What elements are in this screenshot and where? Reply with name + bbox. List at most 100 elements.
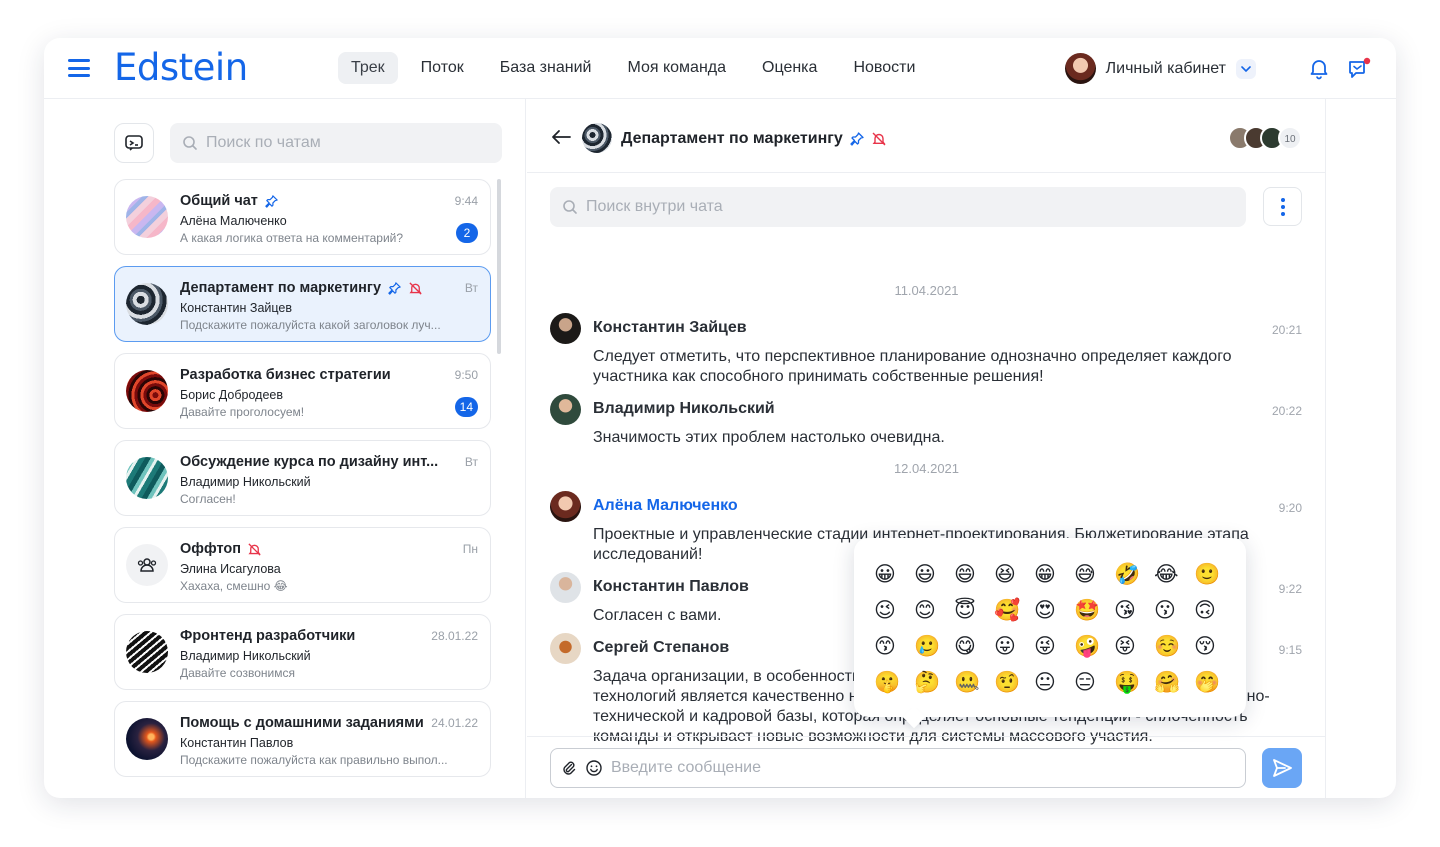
attach-icon[interactable] — [561, 760, 577, 776]
emoji-option[interactable]: 🤣 — [1114, 556, 1154, 592]
chat-avatar — [126, 718, 168, 760]
emoji-option[interactable]: 😜 — [1034, 628, 1074, 664]
members-stack[interactable]: 10 — [1228, 126, 1302, 150]
chat-title: Общий чат — [180, 193, 279, 209]
last-message-preview: А какая логика ответа на комментарий? — [180, 231, 404, 245]
emoji-option[interactable]: 😐 — [1034, 664, 1074, 700]
more-options-button[interactable] — [1263, 187, 1302, 226]
nav-item[interactable]: Новости — [840, 52, 928, 84]
nav-item[interactable]: Поток — [408, 52, 477, 84]
emoji-option[interactable]: 😙 — [874, 628, 914, 664]
sender-name[interactable]: Владимир Никольский — [593, 400, 775, 418]
chat-title-text: Департамент по маркетингу — [621, 130, 843, 147]
message-text: Следует отметить, что перспективное план… — [593, 348, 1232, 385]
emoji-option[interactable]: 😄 — [954, 556, 994, 592]
chat-notification-icon[interactable] — [1346, 56, 1372, 82]
nav-item[interactable]: Моя команда — [614, 52, 739, 84]
emoji-option[interactable]: 🤗 — [1154, 664, 1194, 700]
chat-list-item[interactable]: Общий чат 9:44 Алёна Малюченко А какая логи… — [114, 179, 491, 255]
profile-label[interactable]: Личный кабинет — [1106, 60, 1226, 78]
emoji-option[interactable]: 😂 — [1154, 556, 1194, 592]
emoji-option[interactable]: 😗 — [1154, 592, 1194, 628]
members-count: 10 — [1278, 126, 1302, 150]
chat-avatar — [126, 544, 168, 586]
chat-search-input[interactable] — [206, 134, 486, 152]
sender-name[interactable]: Сергей Степанов — [593, 639, 729, 657]
emoji-option[interactable]: 😑 — [1074, 664, 1114, 700]
chat-list-item[interactable]: Фронтенд разработчики 28.01.22 Владимир Ни… — [114, 614, 491, 690]
emoji-option[interactable]: 🙂 — [1194, 556, 1234, 592]
emoji-option[interactable]: 🤑 — [1114, 664, 1154, 700]
sidebar-scrollbar[interactable] — [497, 179, 501, 354]
chat-search[interactable] — [170, 123, 502, 163]
emoji-option[interactable]: 😚 — [1194, 628, 1234, 664]
date-separator: 12.04.2021 — [893, 461, 960, 476]
emoji-option[interactable]: 😃 — [914, 556, 954, 592]
chat-list-item[interactable]: Помощь с домашними заданиями 24.01.22 Конс… — [114, 701, 491, 777]
user-avatar[interactable] — [1064, 53, 1096, 84]
chat-title-text: Разработка бизнес стратегии — [180, 367, 391, 383]
chat-avatar — [126, 631, 168, 673]
emoji-option[interactable]: 😘 — [1114, 592, 1154, 628]
message-time: 9:20 — [1278, 501, 1302, 515]
chat-title: Разработка бизнес стратегии — [180, 367, 391, 383]
chat-title-text: Департамент по маркетингу — [180, 280, 382, 296]
sender-avatar — [550, 313, 581, 344]
chat-list-item[interactable]: Оффтоп Пн Элина Исагулова Хахаха, смешно 😂 — [114, 527, 491, 603]
chat-title-text: Фронтенд разработчики — [180, 628, 356, 644]
emoji-option[interactable]: 😋 — [954, 628, 994, 664]
emoji-option[interactable]: 😛 — [994, 628, 1034, 664]
message-input[interactable] — [611, 759, 1211, 777]
emoji-option[interactable]: 😊 — [914, 592, 954, 628]
nav-item[interactable]: Трек — [338, 52, 398, 84]
new-chat-button[interactable] — [114, 123, 154, 163]
emoji-option[interactable]: 🤭 — [1194, 664, 1234, 700]
emoji-option[interactable]: 😁 — [1034, 556, 1074, 592]
main-nav: Трек Поток База знаний Моя команда Оценка Нов… — [338, 52, 938, 84]
emoji-option[interactable]: 😆 — [994, 556, 1034, 592]
in-chat-search[interactable] — [550, 187, 1246, 227]
logo[interactable]: Edstein — [114, 46, 248, 89]
emoji-option[interactable]: 😀 — [874, 556, 914, 592]
pin-icon — [388, 281, 401, 295]
chevron-down-icon[interactable] — [1236, 58, 1256, 79]
emoji-option[interactable]: ☺️ — [1154, 628, 1194, 664]
compose-icon — [125, 135, 143, 151]
emoji-option[interactable]: 🤩 — [1074, 592, 1114, 628]
emoji-option[interactable]: 😇 — [954, 592, 994, 628]
emoji-option[interactable]: 🤨 — [994, 664, 1034, 700]
sender-name[interactable]: Константин Павлов — [593, 578, 749, 596]
chat-list: Общий чат 9:44 Алёна Малюченко А какая логи… — [114, 179, 491, 788]
nav-item[interactable]: База знаний — [487, 52, 605, 84]
emoji-option[interactable]: 🤫 — [874, 664, 914, 700]
emoji-option[interactable]: 🤐 — [954, 664, 994, 700]
sender-name[interactable]: Алёна Малюченко — [593, 497, 738, 515]
emoji-option[interactable]: 🤔 — [914, 664, 954, 700]
bell-icon[interactable] — [1307, 56, 1333, 82]
chat-title: Оффтоп — [180, 541, 262, 557]
chat-list-item[interactable]: Департамент по маркетингу Вт Константин За… — [114, 266, 491, 342]
emoji-option[interactable]: 🥲 — [914, 628, 954, 664]
profile-menu[interactable]: Личный кабинет — [1064, 53, 1256, 84]
message-input-box[interactable] — [550, 748, 1246, 788]
chat-list-item[interactable]: Обсуждение курса по дизайну инт... Вт Влад… — [114, 440, 491, 516]
emoji-icon[interactable] — [585, 759, 603, 777]
sender-name[interactable]: Константин Зайцев — [593, 319, 747, 337]
menu-icon[interactable] — [68, 59, 90, 77]
emoji-option[interactable]: 🥰 — [994, 592, 1034, 628]
chat-list-item[interactable]: Разработка бизнес стратегии 9:50 Борис Доб… — [114, 353, 491, 429]
emoji-option[interactable]: 🤪 — [1074, 628, 1114, 664]
emoji-option[interactable]: 😉 — [874, 592, 914, 628]
last-author: Алёна Малюченко — [180, 214, 287, 228]
emoji-option[interactable]: 😝 — [1114, 628, 1154, 664]
chat-title: Департамент по маркетингу — [621, 130, 887, 148]
emoji-option[interactable]: 🙃 — [1194, 592, 1234, 628]
emoji-option[interactable]: 😍 — [1034, 592, 1074, 628]
last-message-preview: Подскажите пожалуйста как правильно выпо… — [180, 753, 448, 767]
nav-item[interactable]: Оценка — [749, 52, 830, 84]
send-button[interactable] — [1262, 748, 1302, 788]
in-chat-search-input[interactable] — [586, 198, 1226, 216]
last-author: Борис Добродеев — [180, 388, 283, 402]
back-arrow-icon[interactable] — [551, 129, 571, 150]
emoji-option[interactable]: 😅 — [1074, 556, 1114, 592]
